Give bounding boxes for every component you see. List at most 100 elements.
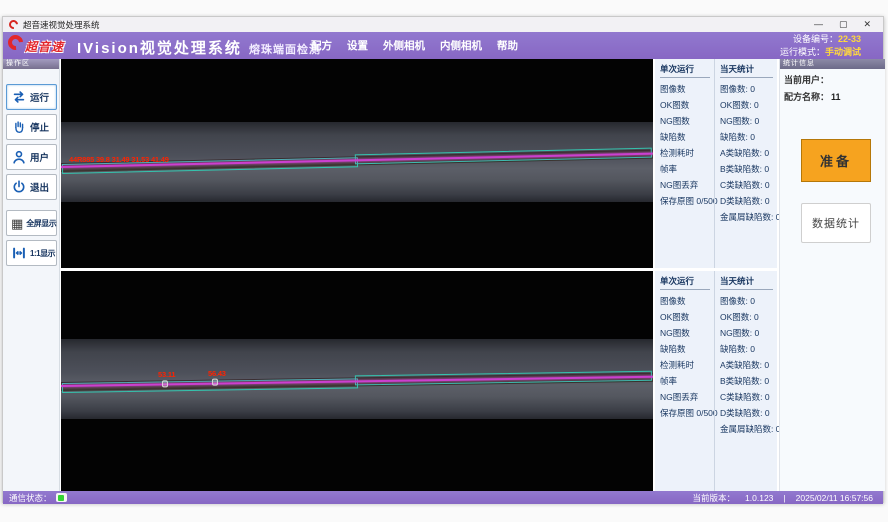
camera-view-outer[interactable]: 44R885 39.8 31.49 31.53 41.49 — [61, 59, 653, 268]
stat-row: 缺陷数 — [660, 129, 714, 145]
recipe-name-label: 配方名称： — [784, 92, 829, 102]
single-run-title: 单次运行 — [660, 275, 710, 290]
today-stats-column: 当天统计 图像数: 0 OK图数: 0 NG图数: 0 缺陷数: 0 A类缺陷数… — [714, 271, 777, 491]
stat-row: OK图数: 0 — [720, 97, 777, 113]
power-icon — [11, 179, 27, 195]
menu-bar: 配方 设置 外侧相机 内侧相机 帮助 — [311, 32, 518, 59]
stats-panel-outer: 单次运行 图像数 OK图数 NG图数 缺陷数 检测耗时 帧率 NG图丢弃 保存原… — [655, 59, 777, 268]
run-mode-label: 运行模式： — [780, 47, 825, 57]
recipe-name-row: 配方名称：11 — [780, 86, 885, 103]
stop-button[interactable]: 停止 — [6, 114, 57, 140]
desktop: 超音速视觉处理系统 — ▢ ✕ 超音速 IVision视觉处理系统 熔珠端面检测… — [0, 0, 888, 522]
stat-row: 图像数: 0 — [720, 81, 777, 97]
stat-row: NG图数 — [660, 325, 714, 341]
recipe-name-value: 11 — [831, 92, 841, 102]
app-window: 超音速视觉处理系统 — ▢ ✕ 超音速 IVision视觉处理系统 熔珠端面检测… — [2, 16, 884, 503]
stat-row: OK图数 — [660, 309, 714, 325]
stat-row: A类缺陷数: 0 — [720, 357, 777, 373]
single-run-column: 单次运行 图像数 OK图数 NG图数 缺陷数 检测耗时 帧率 NG图丢弃 保存原… — [655, 59, 714, 268]
single-run-column: 单次运行 图像数 OK图数 NG图数 缺陷数 检测耗时 帧率 NG图丢弃 保存原… — [655, 271, 714, 491]
single-run-title: 单次运行 — [660, 63, 710, 78]
camera-view-inner[interactable]: 53.11 56.43 — [61, 271, 653, 491]
stat-row: 缺陷数: 0 — [720, 341, 777, 357]
stat-row: 检测耗时 — [660, 145, 714, 161]
sidebar-title: 操作区 — [3, 59, 59, 69]
stat-row: D类缺陷数: 0 — [720, 405, 777, 421]
menu-item-inner-camera[interactable]: 内侧相机 — [440, 38, 482, 53]
defect-marker — [162, 380, 168, 387]
user-icon — [11, 149, 27, 165]
stat-row: OK图数 — [660, 97, 714, 113]
close-button[interactable]: ✕ — [863, 17, 871, 32]
measurement-annotation: 44R885 39.8 31.49 31.53 41.49 — [69, 155, 169, 164]
brand-logo-icon — [5, 32, 26, 53]
version-value: 1.0.123 — [745, 493, 773, 503]
fullscreen-button[interactable]: ▦ 全屏显示 — [6, 210, 57, 236]
device-id-label: 设备编号： — [793, 34, 838, 44]
brand-logo-text: 超音速 — [25, 38, 64, 55]
statistics-info-panel: 统计信息 当前用户： 配方名称：11 准备 数据统计 — [779, 59, 885, 491]
window-title: 超音速视觉处理系统 — [23, 19, 100, 31]
stat-row: NG图数: 0 — [720, 325, 777, 341]
menu-item-help[interactable]: 帮助 — [497, 38, 518, 53]
status-bar: 通信状态： 当前版本： 1.0.123 | 2025/02/11 16:57:5… — [3, 491, 883, 504]
today-stats-column: 当天统计 图像数: 0 OK图数: 0 NG图数: 0 缺陷数: 0 A类缺陷数… — [714, 59, 777, 268]
stat-row: 保存原图 0/500 — [660, 193, 714, 209]
menu-item-outer-camera[interactable]: 外侧相机 — [383, 38, 425, 53]
user-button[interactable]: 用户 — [6, 144, 57, 170]
today-stats-title: 当天统计 — [720, 63, 773, 78]
device-id-value: 22-33 — [838, 34, 861, 44]
stat-row: D类缺陷数: 0 — [720, 193, 777, 209]
today-stats-title: 当天统计 — [720, 275, 773, 290]
one-to-one-button[interactable]: 1:1显示 — [6, 240, 57, 266]
stats-panel-inner: 单次运行 图像数 OK图数 NG图数 缺陷数 检测耗时 帧率 NG图丢弃 保存原… — [655, 271, 777, 491]
app-header: 超音速 IVision视觉处理系统 熔珠端面检测 配方 设置 外侧相机 内侧相机… — [3, 32, 883, 59]
stat-row: 保存原图 0/500 — [660, 405, 714, 421]
current-user-row: 当前用户： — [780, 69, 885, 86]
prepare-button[interactable]: 准备 — [801, 139, 871, 182]
stat-row: B类缺陷数: 0 — [720, 161, 777, 177]
menu-item-recipe[interactable]: 配方 — [311, 38, 332, 53]
comm-status-indicator — [56, 493, 67, 502]
stat-row: C类缺陷数: 0 — [720, 177, 777, 193]
minimize-button[interactable]: — — [814, 17, 823, 32]
exit-button[interactable]: 退出 — [6, 174, 57, 200]
measurement-annotation: 53.11 — [158, 370, 175, 379]
measurement-annotation: 56.43 — [208, 369, 226, 378]
stat-row: NG图数: 0 — [720, 113, 777, 129]
data-statistics-button[interactable]: 数据统计 — [801, 203, 871, 243]
stat-row: 金属屑缺陷数: 0 — [720, 421, 777, 437]
window-titlebar: 超音速视觉处理系统 — ▢ ✕ — [3, 17, 883, 32]
stat-row: NG图丢弃 — [660, 177, 714, 193]
stat-row: 图像数 — [660, 81, 714, 97]
device-info: 设备编号：22-33 运行模式：手动调试 — [780, 33, 861, 58]
run-button[interactable]: 运行 — [6, 84, 57, 110]
stat-row: NG图数 — [660, 113, 714, 129]
menu-item-settings[interactable]: 设置 — [347, 38, 368, 53]
stat-row: A类缺陷数: 0 — [720, 145, 777, 161]
hand-stop-icon — [11, 119, 27, 135]
info-panel-title: 统计信息 — [780, 59, 885, 69]
datetime-value: 2025/02/11 16:57:56 — [796, 493, 873, 503]
stat-row: 图像数: 0 — [720, 293, 777, 309]
one-to-one-icon — [11, 245, 27, 261]
stat-row: 帧率 — [660, 161, 714, 177]
operation-sidebar: 操作区 运行 停止 — [3, 59, 60, 491]
stat-row: B类缺陷数: 0 — [720, 373, 777, 389]
current-user-label: 当前用户： — [784, 75, 829, 85]
stat-row: 检测耗时 — [660, 357, 714, 373]
stat-row: 缺陷数 — [660, 341, 714, 357]
run-cycle-icon — [11, 89, 27, 105]
stat-row: 缺陷数: 0 — [720, 129, 777, 145]
maximize-button[interactable]: ▢ — [839, 17, 848, 32]
window-controls: — ▢ ✕ — [814, 17, 877, 32]
status-separator: | — [783, 493, 785, 503]
defect-marker — [212, 379, 218, 386]
stat-row: C类缺陷数: 0 — [720, 389, 777, 405]
fullscreen-grid-icon: ▦ — [11, 217, 23, 230]
comm-status-label: 通信状态： — [9, 492, 52, 504]
run-mode-value: 手动调试 — [825, 47, 861, 57]
app-logo-icon — [7, 18, 20, 31]
stat-row: 图像数 — [660, 293, 714, 309]
stat-row: 金属屑缺陷数: 0 — [720, 209, 777, 225]
